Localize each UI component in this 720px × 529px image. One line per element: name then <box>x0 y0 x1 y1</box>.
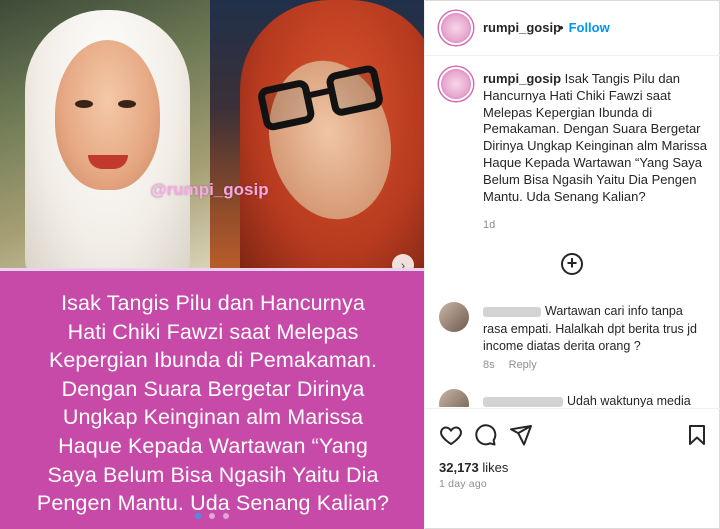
carousel-dots <box>0 506 424 524</box>
carousel-dot[interactable] <box>209 513 215 519</box>
separator: • <box>559 20 564 35</box>
caption-line: Kepergian Ibunda di Pemakaman. <box>48 348 378 373</box>
lens-left <box>256 78 317 133</box>
follow-row: • Follow <box>559 20 610 35</box>
follow-button[interactable]: Follow <box>569 20 610 35</box>
comment: Wartawan cari info tanpa rasa empati. Ha… <box>483 303 709 356</box>
blurred-username[interactable] <box>483 396 563 407</box>
reply-button[interactable]: Reply <box>509 359 537 371</box>
caption-line: Saya Belum Bisa Ngasih Yaitu Dia <box>47 462 379 487</box>
watermark: @rumpi_gosip <box>150 180 269 199</box>
share-icon[interactable] <box>509 423 533 447</box>
comment: Udah waktunya media <box>483 393 709 407</box>
load-more-comments-icon[interactable]: + <box>561 253 583 275</box>
photo-right <box>210 0 424 268</box>
carousel-dot[interactable] <box>223 513 230 519</box>
caption-text: Isak Tangis Pilu dan Hancurnya Hati Chik… <box>483 71 707 204</box>
photo-left <box>0 0 210 268</box>
post-date: 1 day ago <box>439 478 487 490</box>
post-media[interactable]: @rumpi_gosip › Isak Tangis Pilu dan Hanc… <box>0 0 424 529</box>
comment-text: Udah waktunya media <box>567 394 691 407</box>
comment-time: 8s <box>483 359 495 371</box>
action-bar: 32,173 likes 1 day ago <box>425 408 720 529</box>
photo-collage: @rumpi_gosip <box>0 0 424 268</box>
heart-icon[interactable] <box>439 423 463 447</box>
post-sidebar: rumpi_gosip • Follow rumpi_gosip Isak Tan… <box>424 0 720 529</box>
caption-line: Hati Chiki Fawzi saat Melepas <box>67 319 359 344</box>
caption: rumpi_gosip Isak Tangis Pilu dan Hancurn… <box>483 71 709 205</box>
comment-icon[interactable] <box>473 423 497 447</box>
likes-count[interactable]: 32,173 likes <box>439 460 508 475</box>
likes-number: 32,173 <box>439 460 479 475</box>
caption-time: 1d <box>483 219 496 231</box>
caption-panel: Isak Tangis Pilu dan Hancurnya Hati Chik… <box>0 268 424 529</box>
caption-line: Isak Tangis Pilu dan Hancurnya <box>61 291 365 315</box>
bookmark-icon[interactable] <box>685 423 709 447</box>
avatar[interactable] <box>439 11 473 45</box>
carousel-dot[interactable] <box>194 513 201 519</box>
caption-line: Haque Kepada Wartawan “Yang <box>58 433 368 458</box>
header-username[interactable]: rumpi_gosip <box>483 20 561 35</box>
comments-section[interactable]: rumpi_gosip Isak Tangis Pilu dan Hancurn… <box>425 57 720 407</box>
caption-line: Dengan Suara Bergetar Dirinya <box>61 376 365 401</box>
post-header: rumpi_gosip • Follow <box>425 0 720 56</box>
avatar[interactable] <box>439 302 469 332</box>
caption-avatar[interactable] <box>439 67 473 101</box>
avatar[interactable] <box>439 389 469 407</box>
caption-line: Ungkap Keinginan alm Marissa <box>62 405 364 430</box>
caption-username[interactable]: rumpi_gosip <box>483 71 561 86</box>
caption-overlay-text: Isak Tangis Pilu dan Hancurnya Hati Chik… <box>12 289 414 518</box>
comment-meta: 8s Reply <box>483 359 551 371</box>
eye-right <box>118 100 136 108</box>
eye-left <box>75 100 93 108</box>
blurred-username[interactable] <box>483 306 541 317</box>
lens-right <box>324 63 385 118</box>
likes-label: likes <box>482 460 509 475</box>
